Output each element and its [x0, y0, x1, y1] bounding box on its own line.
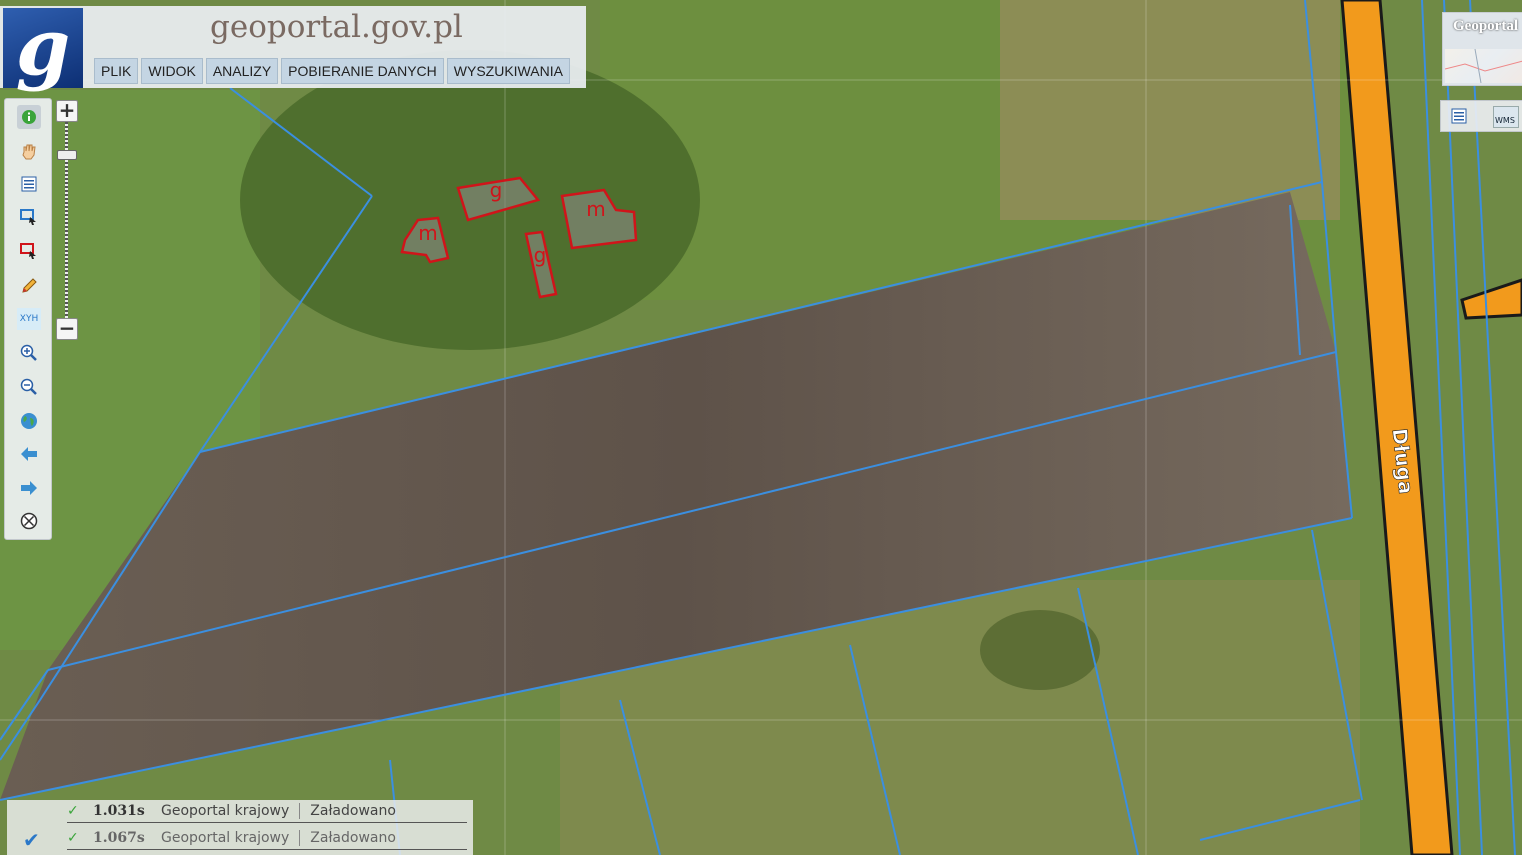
globe-icon[interactable] — [18, 410, 40, 432]
source-name: Geoportal krajowy — [161, 803, 290, 819]
zoom-out-icon[interactable] — [18, 376, 40, 398]
layers-list-icon[interactable] — [18, 173, 40, 195]
building-label-m2: m — [586, 197, 605, 221]
app-header: g geoportal.gov.pl PLIK WIDOK ANALIZY PO… — [0, 2, 586, 93]
divider — [299, 803, 301, 819]
building-label-m1: m — [418, 221, 437, 245]
menu-pobieranie-danych[interactable]: POBIERANIE DANYCH — [281, 58, 444, 84]
status-row: ✓ 1.067s Geoportal krajowy Załadowano — [67, 827, 467, 850]
load-time: 1.031s — [93, 803, 145, 819]
loading-status-panel: ✔ ✓ 1.031s Geoportal krajowy Załadowano … — [7, 800, 473, 855]
legend-list-icon[interactable] — [1451, 108, 1467, 128]
divider — [299, 830, 301, 846]
right-toolbar: WMS — [1440, 100, 1522, 132]
geoportal-logo[interactable]: g — [3, 2, 83, 93]
load-time: 1.067s — [93, 830, 145, 846]
xyh-coordinates-icon[interactable]: XYH — [17, 308, 41, 330]
zoom-in-icon[interactable] — [18, 342, 40, 364]
building-label-g2: g — [534, 243, 547, 267]
map-canvas[interactable]: g m m g Długa — [0, 0, 1522, 855]
info-icon[interactable] — [17, 105, 41, 129]
overview-minimap[interactable]: Geoportal — [1442, 12, 1522, 86]
zoom-in-button[interactable]: + — [56, 100, 78, 122]
building-label-g1: g — [490, 178, 503, 202]
menu-analizy[interactable]: ANALIZY — [205, 58, 279, 84]
forward-arrow-icon[interactable] — [18, 477, 40, 499]
status-ok-icon: ✔ — [23, 828, 40, 852]
main-menu: PLIK WIDOK ANALIZY POBIERANIE DANYCH WYS… — [94, 58, 570, 84]
minimap-thumbnail — [1444, 48, 1522, 84]
dry-meadow-area — [1000, 0, 1340, 220]
menu-widok[interactable]: WIDOK — [141, 58, 203, 84]
pencil-icon[interactable] — [18, 275, 40, 297]
check-icon: ✓ — [67, 803, 79, 819]
select-red-rect-icon[interactable] — [18, 240, 40, 262]
wms-icon[interactable]: WMS — [1493, 106, 1519, 128]
source-name: Geoportal krajowy — [161, 830, 290, 846]
shrub-cluster — [980, 610, 1100, 690]
back-arrow-icon[interactable] — [18, 443, 40, 465]
zoom-control: + − — [56, 98, 78, 344]
menu-wyszukiwania[interactable]: WYSZUKIWANIA — [446, 58, 570, 84]
check-icon: ✓ — [67, 830, 79, 846]
status-row: ✓ 1.031s Geoportal krajowy Załadowano — [67, 800, 467, 823]
tool-palette: XYH — [4, 98, 52, 540]
menu-plik[interactable]: PLIK — [94, 58, 139, 84]
site-title: geoportal.gov.pl — [210, 9, 463, 45]
minimap-title: Geoportal — [1453, 18, 1518, 34]
load-state: Załadowano — [310, 830, 396, 846]
pan-hand-icon[interactable] — [18, 140, 40, 162]
load-state: Załadowano — [310, 803, 396, 819]
zoom-slider-handle[interactable] — [57, 150, 77, 160]
select-blue-rect-icon[interactable] — [18, 206, 40, 228]
clear-icon[interactable] — [18, 510, 40, 532]
zoom-out-button[interactable]: − — [56, 318, 78, 340]
